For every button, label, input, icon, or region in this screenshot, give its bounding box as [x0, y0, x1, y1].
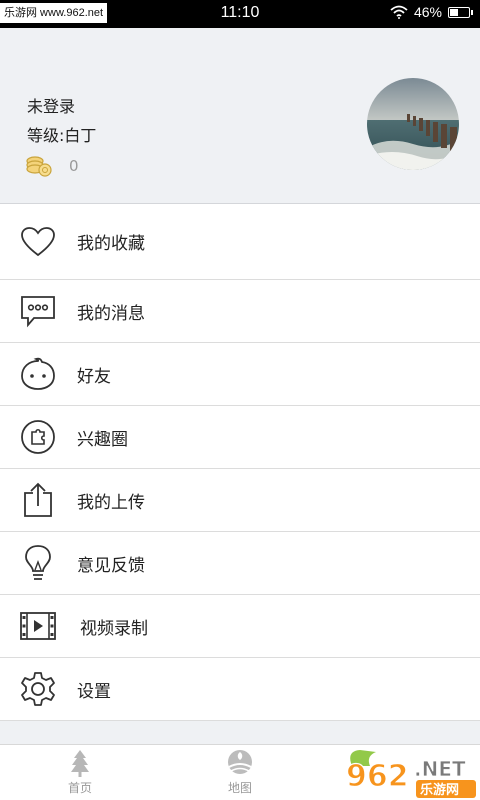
menu-label: 好友 [77, 366, 111, 387]
menu-list: 我的收藏 我的消息 好友 兴趣圈 我的上传 意见反馈 视频录制 设置 [0, 204, 480, 721]
site-watermark-logo: 962 .NET 乐游网 [340, 746, 480, 800]
message-icon [18, 291, 58, 331]
tab-label: 首页 [67, 781, 92, 795]
tab-map[interactable]: 地图 [200, 749, 280, 799]
username[interactable]: 未登录 [27, 93, 75, 117]
menu-label: 我的收藏 [77, 234, 145, 254]
menu-label: 兴趣圈 [77, 429, 128, 450]
menu-label: 意见反馈 [77, 555, 145, 576]
gear-icon [18, 669, 58, 709]
friend-face-icon [18, 354, 58, 394]
globe-icon [228, 750, 252, 774]
profile-header[interactable]: 未登录 等级:白丁 0 [0, 28, 480, 204]
menu-item-messages[interactable]: 我的消息 [0, 280, 480, 343]
logo-number: 962 [346, 759, 409, 794]
lightbulb-icon [18, 543, 58, 583]
menu-item-friends[interactable]: 好友 [0, 343, 480, 406]
coin-balance: 0 [25, 155, 79, 177]
battery-percent: 46% [413, 4, 442, 20]
menu-item-feedback[interactable]: 意见反馈 [0, 532, 480, 595]
tab-label: 地图 [227, 781, 252, 795]
status-icons: 46% [390, 4, 473, 20]
wifi-icon [390, 5, 408, 19]
coins-icon [26, 156, 52, 177]
menu-item-settings[interactable]: 设置 [0, 658, 480, 721]
coin-count: 0 [69, 157, 79, 175]
status-bar: 乐游网 www.962.net 11:10 46% [0, 0, 480, 28]
logo-brand: 乐游网 [420, 782, 459, 798]
menu-item-video-record[interactable]: 视频录制 [0, 595, 480, 658]
tree-icon [71, 750, 89, 777]
upload-icon [18, 480, 58, 520]
menu-label: 视频录制 [80, 618, 148, 639]
logo-suffix: .NET [414, 757, 466, 781]
menu-label: 我的消息 [77, 303, 145, 324]
menu-item-favorites[interactable]: 我的收藏 [0, 204, 480, 280]
heart-icon [18, 222, 58, 262]
battery-icon [448, 6, 473, 18]
avatar[interactable] [367, 78, 459, 170]
menu-item-interest-circle[interactable]: 兴趣圈 [0, 406, 480, 469]
film-icon [18, 606, 58, 646]
menu-label: 设置 [77, 681, 111, 702]
menu-label: 我的上传 [77, 492, 145, 513]
puzzle-icon [18, 417, 58, 457]
menu-item-uploads[interactable]: 我的上传 [0, 469, 480, 532]
user-level: 等级:白丁 [27, 126, 97, 145]
tab-home[interactable]: 首页 [40, 749, 120, 799]
